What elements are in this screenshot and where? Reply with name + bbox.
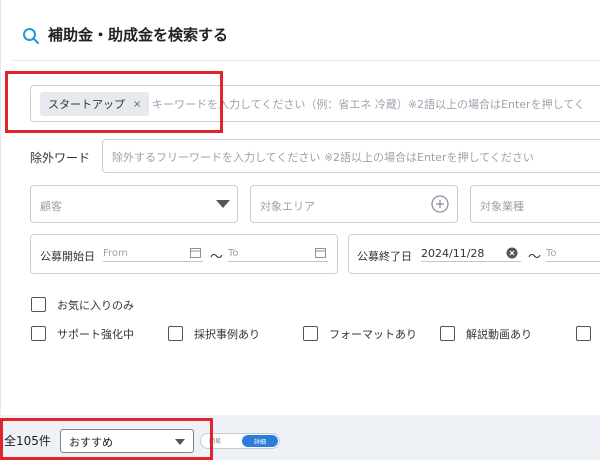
cases-checkbox[interactable]: [168, 326, 183, 341]
calendar-icon[interactable]: [315, 247, 326, 258]
area-placeholder: 対象エリア: [260, 200, 315, 213]
header-divider: [12, 60, 600, 61]
customer-placeholder: 顧客: [40, 200, 62, 213]
highlight-box-results: [0, 418, 213, 460]
to-placeholder: To: [228, 248, 239, 259]
start-date-to-input[interactable]: To: [228, 244, 328, 262]
calendar-icon[interactable]: [190, 247, 201, 258]
end-date-from-input[interactable]: 2024/11/28: [421, 244, 521, 262]
highlight-box-keyword: [5, 71, 223, 133]
end-date-to-input[interactable]: To: [546, 244, 600, 262]
favorites-label: お気に入りのみ: [57, 299, 134, 312]
format-label: フォーマットあり: [329, 328, 417, 341]
view-detail-label: 詳細: [253, 438, 266, 446]
video-label: 解説動画あり: [466, 328, 532, 341]
view-detail-option[interactable]: 詳細: [242, 435, 278, 447]
range-separator: 〜: [528, 250, 542, 265]
search-icon: [23, 28, 39, 44]
support-label: サポート強化中: [57, 328, 134, 341]
start-date-label: 公募開始日: [40, 250, 95, 263]
plus-circle-icon[interactable]: [430, 194, 450, 214]
from-placeholder: From: [103, 248, 128, 259]
caret-down-icon: [216, 200, 230, 208]
start-date-from-input[interactable]: From: [103, 244, 203, 262]
range-separator: 〜: [210, 250, 224, 265]
extra-checkbox[interactable]: [576, 326, 591, 341]
support-checkbox[interactable]: [31, 326, 46, 341]
clear-icon[interactable]: [506, 247, 518, 259]
favorites-checkbox[interactable]: [31, 297, 46, 312]
cases-label: 採択事例あり: [194, 328, 260, 341]
format-checkbox[interactable]: [303, 326, 318, 341]
page-title: 補助金・助成金を検索する: [48, 26, 229, 44]
industry-placeholder: 対象業種: [480, 200, 524, 213]
end-date-from-value: 2024/11/28: [421, 247, 485, 260]
exclude-placeholder: 除外するフリーワードを入力してください ※2語以上の場合はEnterを押してくだ…: [112, 151, 534, 164]
exclude-label: 除外ワード: [30, 151, 91, 165]
video-checkbox[interactable]: [440, 326, 455, 341]
end-date-label: 公募終了日: [357, 250, 412, 263]
to-placeholder: To: [546, 248, 557, 259]
